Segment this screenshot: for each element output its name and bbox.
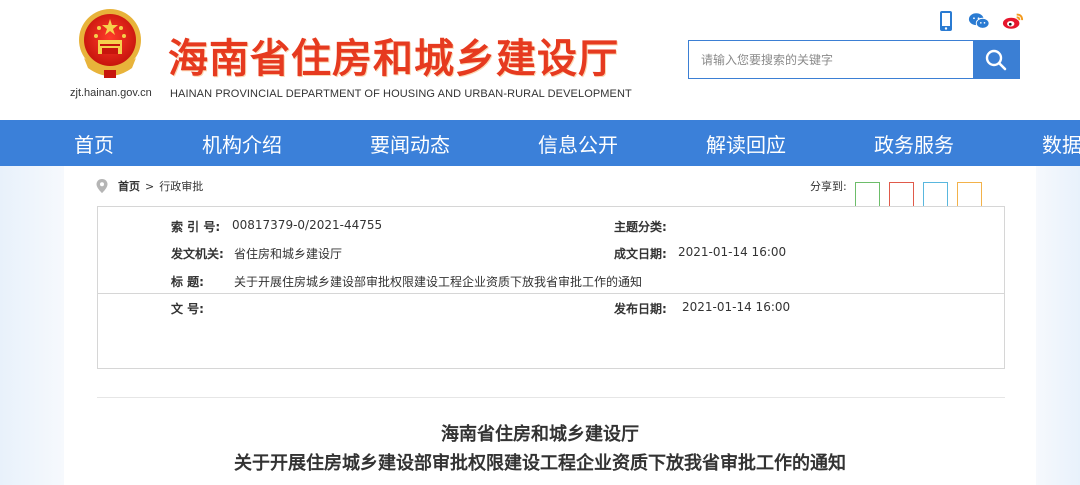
breadcrumb: 首页 > 行政审批 [96, 178, 203, 194]
share-label: 分享到: [810, 180, 847, 193]
nav-item-about[interactable]: 机构介绍 [190, 129, 294, 158]
nav-item-open-data[interactable]: 数据开放 [1030, 129, 1080, 158]
nav-item-services[interactable]: 政务服务 [862, 129, 966, 158]
site-title[interactable]: 海南省住房和城乡建设厅 [168, 26, 619, 84]
nav-item-home[interactable]: 首页 [62, 129, 126, 158]
title-value: 关于开展住房城乡建设部审批权限建设工程企业资质下放我省审批工作的通知 [234, 275, 643, 289]
content-divider [97, 397, 1005, 398]
national-emblem-icon [79, 9, 141, 78]
document-metadata-box: 索 引 号: 00817379-0/2021-44755 主题分类: 发文机关:… [97, 206, 1005, 369]
top-icon-bar [936, 8, 1024, 34]
topic-label: 主题分类: [614, 220, 667, 234]
index-value: 00817379-0/2021-44755 [232, 218, 383, 232]
search-icon [985, 49, 1007, 70]
nav-item-interpretation[interactable]: 解读回应 [694, 129, 798, 158]
metadata-divider [98, 293, 1004, 294]
mobile-icon[interactable] [936, 10, 956, 32]
search-box [688, 40, 1020, 79]
share-weibo-button[interactable] [889, 182, 914, 208]
index-label: 索 引 号: [171, 220, 221, 234]
share-wechat-button[interactable] [855, 182, 880, 208]
title-label: 标 题: [171, 275, 204, 289]
created-date-label: 成文日期: [614, 247, 667, 261]
nav-item-disclosure[interactable]: 信息公开 [526, 129, 630, 158]
issuer-value: 省住房和城乡建设厅 [234, 247, 343, 261]
site-domain: zjt.hainan.gov.cn [70, 87, 152, 99]
share-qq-button[interactable] [923, 182, 948, 208]
weibo-icon[interactable] [1002, 10, 1024, 32]
search-button[interactable] [973, 41, 1019, 78]
created-date-value: 2021-01-14 16:00 [678, 245, 787, 259]
nav-item-news[interactable]: 要闻动态 [358, 129, 462, 158]
published-date-label: 发布日期: [614, 302, 667, 316]
breadcrumb-home[interactable]: 首页 [118, 178, 140, 194]
document-issuer-heading: 海南省住房和城乡建设厅 [441, 424, 639, 445]
search-input[interactable] [689, 41, 974, 78]
site-header: zjt.hainan.gov.cn 海南省住房和城乡建设厅 HAINAN PRO… [0, 0, 1080, 120]
breadcrumb-separator: > [145, 179, 155, 193]
published-date-value: 2021-01-14 16:00 [682, 300, 791, 314]
document-title: 关于开展住房城乡建设部审批权限建设工程企业资质下放我省审批工作的通知 [234, 453, 846, 474]
share-buttons [855, 182, 982, 208]
issuer-label: 发文机关: [171, 247, 224, 261]
wechat-icon[interactable] [968, 10, 990, 32]
site-subtitle: HAINAN PROVINCIAL DEPARTMENT OF HOUSING … [170, 88, 632, 100]
doc-number-label: 文 号: [171, 302, 204, 316]
breadcrumb-current[interactable]: 行政审批 [159, 178, 203, 194]
share-qzone-button[interactable] [957, 182, 982, 208]
location-pin-icon [96, 179, 108, 193]
main-nav: 首页 机构介绍 要闻动态 信息公开 解读回应 政务服务 数据开放 [0, 120, 1080, 166]
